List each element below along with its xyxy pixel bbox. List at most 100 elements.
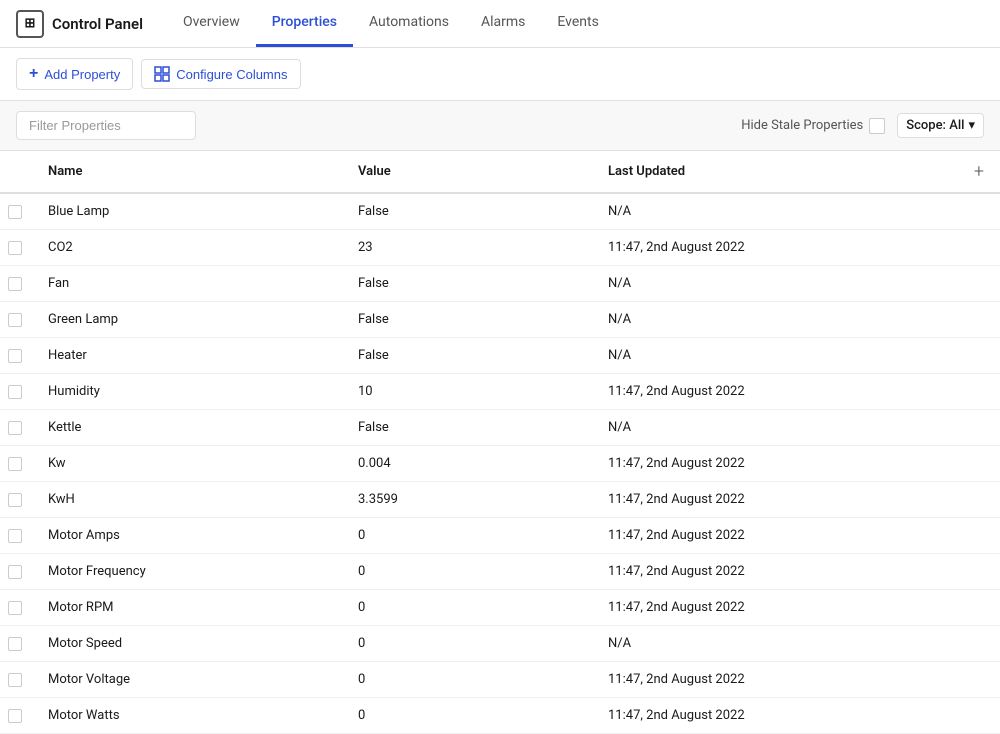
row-last-updated: N/A: [592, 193, 958, 230]
filter-bar: Hide Stale Properties Scope: All ▾: [0, 101, 1000, 151]
row-checkbox[interactable]: [8, 493, 22, 507]
table-row: Motor RPM 0 11:47, 2nd August 2022: [0, 590, 1000, 626]
row-action-cell: [958, 338, 1000, 374]
row-name: Motor Frequency: [32, 554, 342, 590]
row-last-updated: 11:47, 2nd August 2022: [592, 446, 958, 482]
row-checkbox-cell: [0, 193, 32, 230]
row-name: Kettle: [32, 410, 342, 446]
configure-columns-button[interactable]: Configure Columns: [141, 59, 300, 89]
tab-automations[interactable]: Automations: [353, 0, 465, 47]
table-row: Kw 0.004 11:47, 2nd August 2022: [0, 446, 1000, 482]
add-column-button[interactable]: +: [958, 151, 1000, 193]
table-row: Fan False N/A: [0, 266, 1000, 302]
hide-stale-label: Hide Stale Properties: [741, 118, 863, 133]
row-action-cell: [958, 266, 1000, 302]
row-value: 0: [342, 626, 592, 662]
row-checkbox-cell: [0, 374, 32, 410]
header-value: Value: [342, 151, 592, 193]
row-checkbox[interactable]: [8, 637, 22, 651]
table-row: KwH 3.3599 11:47, 2nd August 2022: [0, 482, 1000, 518]
tab-events[interactable]: Events: [541, 0, 614, 47]
row-value: 3.3599: [342, 482, 592, 518]
row-name: Motor Amps: [32, 518, 342, 554]
row-checkbox-cell: [0, 410, 32, 446]
row-last-updated: 11:47, 2nd August 2022: [592, 662, 958, 698]
row-action-cell: [958, 302, 1000, 338]
row-checkbox[interactable]: [8, 529, 22, 543]
row-checkbox-cell: [0, 590, 32, 626]
row-name: Motor Speed: [32, 626, 342, 662]
table-row: Heater False N/A: [0, 338, 1000, 374]
row-value: False: [342, 302, 592, 338]
row-checkbox-cell: [0, 698, 32, 734]
row-checkbox-cell: [0, 554, 32, 590]
row-checkbox[interactable]: [8, 241, 22, 255]
row-checkbox-cell: [0, 662, 32, 698]
row-name: Humidity: [32, 374, 342, 410]
properties-table: Name Value Last Updated + Blue Lamp Fals…: [0, 151, 1000, 734]
add-property-button[interactable]: + Add Property: [16, 58, 133, 90]
table-row: Motor Speed 0 N/A: [0, 626, 1000, 662]
tab-alarms[interactable]: Alarms: [465, 0, 541, 47]
row-checkbox-cell: [0, 338, 32, 374]
row-last-updated: N/A: [592, 266, 958, 302]
table-row: Motor Voltage 0 11:47, 2nd August 2022: [0, 662, 1000, 698]
row-name: Motor Watts: [32, 698, 342, 734]
row-last-updated: N/A: [592, 302, 958, 338]
table-row: Motor Frequency 0 11:47, 2nd August 2022: [0, 554, 1000, 590]
row-checkbox[interactable]: [8, 421, 22, 435]
row-checkbox[interactable]: [8, 349, 22, 363]
tab-properties[interactable]: Properties: [256, 0, 353, 47]
configure-columns-label: Configure Columns: [176, 67, 287, 82]
row-checkbox-cell: [0, 626, 32, 662]
row-name: Kw: [32, 446, 342, 482]
tab-overview[interactable]: Overview: [167, 0, 256, 47]
row-action-cell: [958, 518, 1000, 554]
filter-properties-input[interactable]: [16, 111, 196, 140]
table-row: Humidity 10 11:47, 2nd August 2022: [0, 374, 1000, 410]
header-checkbox-cell: [0, 151, 32, 193]
row-checkbox-cell: [0, 518, 32, 554]
hide-stale-checkbox[interactable]: [869, 118, 885, 134]
row-checkbox-cell: [0, 230, 32, 266]
row-action-cell: [958, 482, 1000, 518]
table-body: Blue Lamp False N/A CO2 23 11:47, 2nd Au…: [0, 193, 1000, 734]
row-checkbox[interactable]: [8, 565, 22, 579]
scope-selector[interactable]: Scope: All ▾: [897, 113, 984, 138]
table-row: Kettle False N/A: [0, 410, 1000, 446]
row-checkbox[interactable]: [8, 205, 22, 219]
row-action-cell: [958, 626, 1000, 662]
header-last-updated: Last Updated: [592, 151, 958, 193]
row-value: 23: [342, 230, 592, 266]
row-checkbox[interactable]: [8, 385, 22, 399]
row-name: Motor RPM: [32, 590, 342, 626]
row-value: 0: [342, 662, 592, 698]
row-checkbox[interactable]: [8, 709, 22, 723]
brand-icon-symbol: ⊞: [25, 16, 36, 31]
row-value: False: [342, 266, 592, 302]
row-last-updated: 11:47, 2nd August 2022: [592, 554, 958, 590]
row-name: Fan: [32, 266, 342, 302]
brand-label: Control Panel: [52, 15, 143, 33]
table-row: Green Lamp False N/A: [0, 302, 1000, 338]
table-row: Blue Lamp False N/A: [0, 193, 1000, 230]
row-name: Green Lamp: [32, 302, 342, 338]
row-action-cell: [958, 554, 1000, 590]
row-checkbox[interactable]: [8, 457, 22, 471]
row-checkbox[interactable]: [8, 601, 22, 615]
row-checkbox[interactable]: [8, 277, 22, 291]
row-action-cell: [958, 662, 1000, 698]
row-action-cell: [958, 230, 1000, 266]
row-checkbox[interactable]: [8, 673, 22, 687]
row-name: Motor Voltage: [32, 662, 342, 698]
row-name: Heater: [32, 338, 342, 374]
row-last-updated: 11:47, 2nd August 2022: [592, 374, 958, 410]
row-last-updated: N/A: [592, 410, 958, 446]
row-value: 0: [342, 518, 592, 554]
brand-icon: ⊞: [16, 10, 44, 38]
hide-stale-container: Hide Stale Properties: [741, 118, 885, 134]
scope-label: Scope: All: [906, 118, 964, 133]
row-checkbox[interactable]: [8, 313, 22, 327]
row-checkbox-cell: [0, 266, 32, 302]
add-property-label: Add Property: [44, 67, 120, 82]
